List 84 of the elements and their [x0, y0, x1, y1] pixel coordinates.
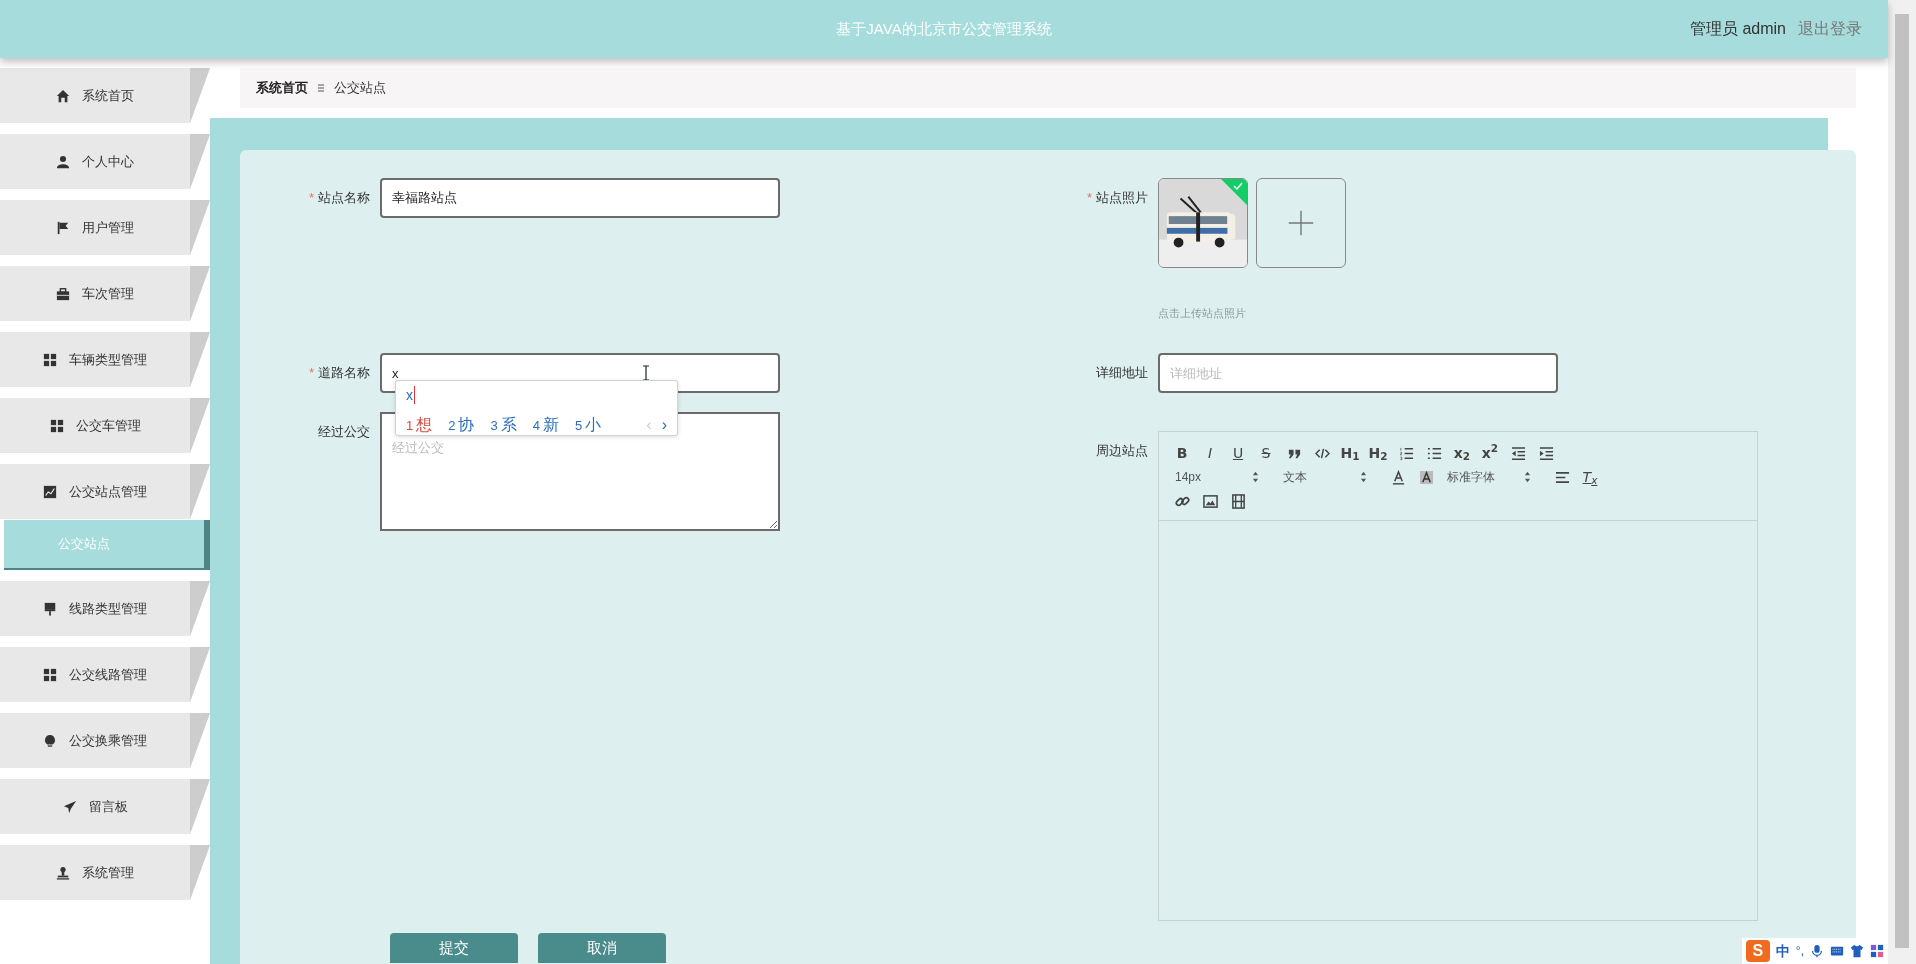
- scrollbar[interactable]: [1888, 0, 1916, 964]
- required-mark: *: [308, 190, 314, 205]
- toolbar-dropdown[interactable]: 文本: [1277, 466, 1373, 488]
- breadcrumb-link[interactable]: 系统首页: [256, 78, 308, 98]
- user-icon: [56, 154, 70, 169]
- highlight-icon: [1418, 469, 1434, 485]
- paper-plane-icon: [62, 799, 77, 814]
- lightbulb-icon: [43, 733, 57, 748]
- separator-icon: [316, 82, 326, 94]
- clear-format-button[interactable]: T$_{x}$: [1577, 466, 1603, 488]
- sidebar-item[interactable]: 车辆类型管理: [0, 332, 210, 387]
- sidebar-item[interactable]: 用户管理: [0, 200, 210, 255]
- punctuation-toggle[interactable]: °,: [1795, 942, 1804, 960]
- script-button[interactable]: x$^{2}$: [1477, 442, 1503, 464]
- plus-icon: [1287, 209, 1315, 237]
- ime-candidate[interactable]: 4 新: [532, 413, 559, 437]
- chart-icon: [43, 484, 57, 499]
- align-left-icon: [1554, 469, 1570, 485]
- grid-icon: [1870, 944, 1884, 958]
- sort-arrows-icon: [1524, 471, 1531, 483]
- cancel-button[interactable]: 取消: [538, 933, 666, 963]
- sidebar-item[interactable]: 线路类型管理: [0, 581, 210, 636]
- indent-icon: [1538, 445, 1554, 461]
- heading-button[interactable]: H$_{2}$: [1365, 442, 1391, 464]
- sidebar-item[interactable]: 车次管理: [0, 266, 210, 321]
- sort-arrows-icon: [1252, 471, 1259, 483]
- flag-icon: [56, 220, 70, 235]
- paintbrush-icon: [43, 601, 57, 616]
- address-field[interactable]: 详细地址: [1158, 353, 1558, 393]
- toolbar-dropdown[interactable]: 14px: [1169, 466, 1265, 488]
- field-label: 道路名称: [318, 365, 370, 380]
- film-icon: [1230, 493, 1246, 509]
- stamp-icon: [56, 865, 70, 880]
- sort-arrows-icon: [1360, 471, 1367, 483]
- breadcrumb-link[interactable]: 公交站点: [334, 78, 386, 98]
- required-mark: *: [1086, 190, 1092, 205]
- grid-icon: [43, 667, 57, 682]
- app-title: 基于JAVA的北京市公交管理系统: [836, 18, 1052, 39]
- microphone-icon: [1810, 944, 1824, 958]
- grid-icon: [49, 418, 64, 433]
- station-name-field[interactable]: 幸福路站点: [380, 178, 780, 218]
- font-color-icon: [1390, 469, 1406, 485]
- submit-button[interactable]: 提交: [390, 933, 518, 963]
- required-mark: *: [308, 365, 314, 380]
- bullet-list-icon: [1426, 445, 1442, 461]
- field-label: 详细地址: [1096, 365, 1148, 380]
- shirt-icon: [1850, 944, 1864, 958]
- upload-button[interactable]: [1256, 178, 1346, 268]
- sidebar-item[interactable]: 系统首页: [0, 68, 210, 123]
- sidebar-item[interactable]: 公交站点管理: [0, 464, 210, 519]
- ime-candidate[interactable]: 2 协: [448, 413, 475, 437]
- outdent-icon: [1510, 445, 1526, 461]
- home-icon: [56, 88, 70, 103]
- numbered-list-icon: [1398, 445, 1414, 461]
- field-label: 周边站点: [1096, 443, 1148, 458]
- ime-next-button[interactable]: ›: [661, 413, 667, 437]
- image-icon: [1202, 493, 1218, 509]
- italic-button[interactable]: I: [1197, 442, 1223, 464]
- user-label: 管理员 admin: [1689, 19, 1786, 39]
- strikethrough-button[interactable]: S: [1253, 442, 1279, 464]
- ime-candidate[interactable]: 3 系: [490, 413, 517, 437]
- sidebar-item[interactable]: 公交车管理: [0, 398, 210, 453]
- input-mode-toggle[interactable]: 中: [1775, 940, 1790, 962]
- ime-candidate[interactable]: 5 小: [574, 413, 602, 437]
- ime-composition: x: [406, 386, 415, 404]
- bold-button[interactable]: B: [1169, 442, 1195, 464]
- upload-hint: 点击上传站点照片: [1158, 306, 1247, 321]
- sidebar-item[interactable]: 系统管理: [0, 845, 210, 900]
- field-label: 站点照片: [1096, 190, 1148, 205]
- briefcase-icon: [56, 286, 70, 301]
- script-button[interactable]: x$_{2}$: [1449, 442, 1475, 464]
- grid-icon: [43, 352, 57, 367]
- text-cursor-icon: [642, 365, 650, 381]
- toolbar-dropdown[interactable]: 标准字体: [1441, 466, 1537, 488]
- field-label: 经过公交: [318, 424, 370, 439]
- heading-button[interactable]: H$_{1}$: [1337, 442, 1363, 464]
- sidebar-item[interactable]: 留言板: [0, 779, 210, 834]
- sidebar-item[interactable]: 公交线路管理: [0, 647, 210, 702]
- sidebar-item[interactable]: 个人中心: [0, 134, 210, 189]
- keyboard-icon: [1830, 944, 1844, 958]
- sidebar-item[interactable]: 公交换乘管理: [0, 713, 210, 768]
- underline-button[interactable]: U: [1225, 442, 1251, 464]
- field-label: 站点名称: [318, 190, 370, 205]
- ime-candidate[interactable]: 1 想: [406, 413, 433, 437]
